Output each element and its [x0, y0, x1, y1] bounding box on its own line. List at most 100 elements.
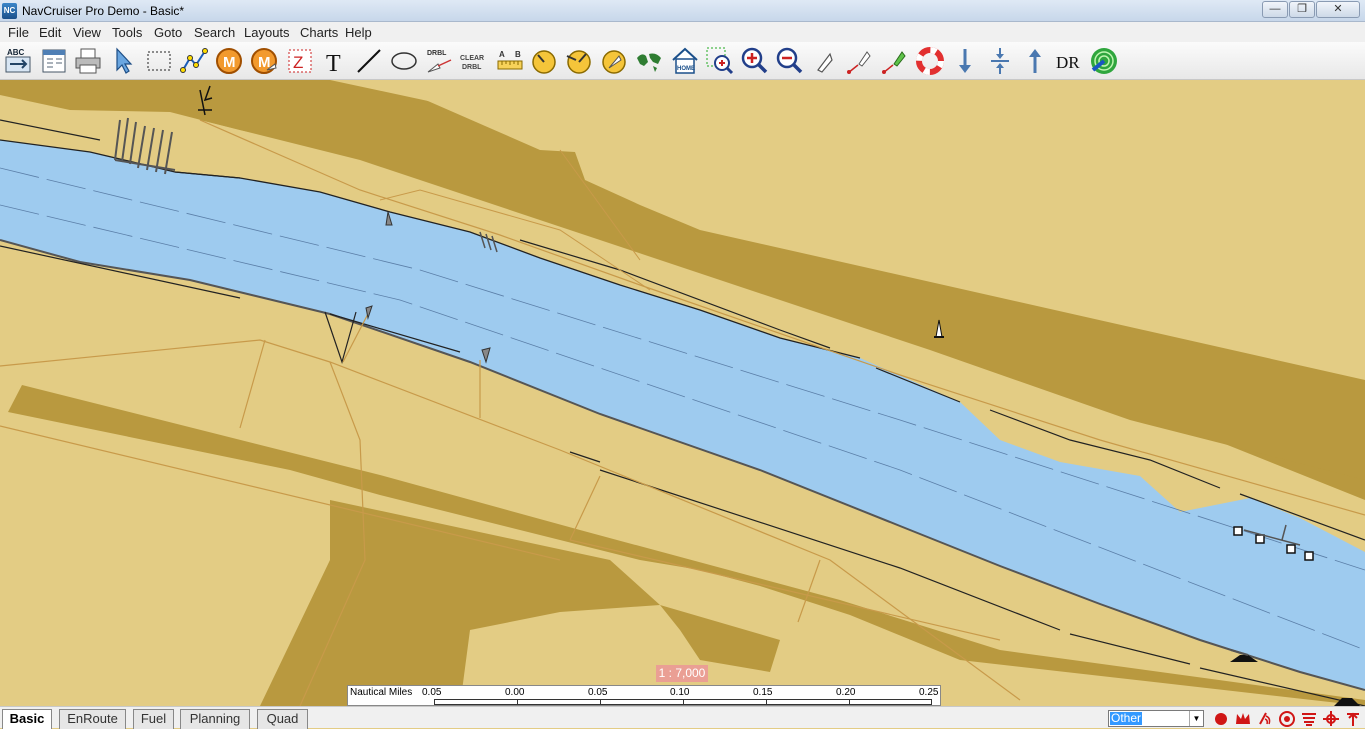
lifebuoy-icon [916, 47, 944, 75]
spell-check-button[interactable]: ABC [3, 45, 35, 77]
crosshair-icon[interactable] [1322, 710, 1340, 727]
close-button[interactable]: ✕ [1316, 1, 1360, 18]
scale-tick: 0.20 [836, 687, 856, 698]
printer-icon [75, 48, 101, 74]
menu-view[interactable]: View [73, 25, 101, 40]
record-icon[interactable] [1212, 710, 1230, 727]
marquee-icon [147, 51, 171, 71]
boat-icon [817, 52, 833, 73]
route-button[interactable] [178, 45, 210, 77]
layer-select[interactable]: Other ▼ [1108, 710, 1204, 727]
boat-track-button[interactable] [844, 45, 876, 77]
target-icon[interactable] [1278, 710, 1296, 727]
menu-search[interactable]: Search [194, 25, 235, 40]
layout-panel-button[interactable] [38, 45, 70, 77]
scale-bar: Nautical Miles 0.05 0.00 0.05 0.10 0.15 … [347, 685, 941, 706]
clear-drbl-button[interactable]: CLEAR DRBL [458, 45, 490, 77]
print-button[interactable] [72, 45, 104, 77]
tab-basic[interactable]: Basic [2, 709, 52, 729]
crown-icon[interactable] [1234, 710, 1252, 727]
toolbar: ABC M M Z T DRBL CLEAR DRBL AB HOME DR [0, 42, 1365, 80]
line-tool-button[interactable] [353, 45, 385, 77]
clear-drbl-label: DRBL [462, 64, 482, 71]
depth-icon[interactable] [1300, 710, 1318, 727]
dr-icon: DR [1056, 53, 1080, 72]
zoom-box-button[interactable]: Z [284, 45, 316, 77]
scale-tick: 0.25 [919, 687, 939, 698]
nautical-chart[interactable] [0, 80, 1365, 706]
line-icon [357, 49, 381, 73]
dead-reckoning-button[interactable]: DR [1053, 45, 1085, 77]
compress-icon [991, 48, 1009, 74]
home-icon: HOME [672, 47, 698, 74]
menu-goto[interactable]: Goto [154, 25, 182, 40]
center-button[interactable] [984, 45, 1016, 77]
text-icon: T [326, 51, 341, 76]
tab-quad[interactable]: Quad [257, 709, 308, 729]
b-label: B [515, 50, 521, 59]
zoom-in-button[interactable] [738, 45, 770, 77]
menu-edit[interactable]: Edit [39, 25, 61, 40]
mark-button[interactable]: M [213, 45, 245, 77]
north-down-button[interactable] [949, 45, 981, 77]
menu-layouts[interactable]: Layouts [244, 25, 290, 40]
zoom-out-icon [776, 47, 803, 74]
boat-heading-icon [882, 51, 906, 74]
maximize-button[interactable]: ❐ [1289, 1, 1315, 18]
drbl-button[interactable]: DRBL [423, 45, 455, 77]
home-label: HOME [677, 66, 695, 72]
dr-label: DR [1056, 53, 1080, 72]
ellipse-tool-button[interactable] [388, 45, 420, 77]
layer-select-value: Other [1110, 711, 1143, 725]
select-pointer-button[interactable] [107, 45, 139, 77]
world-map-button[interactable] [633, 45, 665, 77]
radar-button[interactable] [1088, 45, 1120, 77]
scale-tick: 0.05 [588, 687, 608, 698]
bearing-ring-button[interactable] [563, 45, 595, 77]
window-title: NavCruiser Pro Demo - Basic* [22, 4, 185, 18]
title-bar: NC NavCruiser Pro Demo - Basic* — ❐ ✕ [0, 0, 1365, 22]
menu-charts[interactable]: Charts [300, 25, 338, 40]
scale-tick: 0.15 [753, 687, 773, 698]
world-icon [637, 53, 661, 72]
text-tool-button[interactable]: T [319, 45, 351, 77]
signal-icon[interactable] [1256, 710, 1274, 727]
menu-help[interactable]: Help [345, 25, 372, 40]
panel-icon [42, 49, 66, 73]
mark-at-boat-button[interactable]: M [248, 45, 280, 77]
north-up-button[interactable] [1019, 45, 1051, 77]
clear-label: CLEAR [460, 55, 484, 62]
center-boat-button[interactable] [809, 45, 841, 77]
clear-drbl-icon: CLEAR DRBL [460, 55, 484, 71]
tab-fuel[interactable]: Fuel [133, 709, 174, 729]
zoom-out-button[interactable] [773, 45, 805, 77]
ellipse-icon [391, 52, 417, 70]
zoom-window-button[interactable] [704, 45, 736, 77]
measure-ab-button[interactable]: AB [494, 45, 526, 77]
scale-unit: Nautical Miles [350, 687, 413, 698]
menu-file[interactable]: File [8, 25, 29, 40]
home-button[interactable]: HOME [669, 45, 701, 77]
boat-heading-button[interactable] [879, 45, 911, 77]
zoom-window-icon [706, 47, 734, 75]
scale-tick: 0.05 [422, 687, 442, 698]
box-select-button[interactable] [143, 45, 175, 77]
menu-tools[interactable]: Tools [112, 25, 142, 40]
boat-track-icon [847, 51, 871, 74]
z-icon: Z [288, 49, 312, 73]
man-overboard-button[interactable] [914, 45, 946, 77]
chevron-down-icon[interactable]: ▼ [1189, 711, 1203, 726]
minimize-button[interactable]: — [1262, 1, 1288, 18]
text-tool-label: T [326, 51, 341, 76]
tab-enroute[interactable]: EnRoute [59, 709, 126, 729]
chart-canvas [0, 80, 1365, 706]
antenna-icon[interactable] [1344, 710, 1362, 727]
dial-icon [532, 50, 556, 74]
arrow-down-icon [959, 49, 971, 73]
a-label: A [499, 50, 505, 59]
abc-icon: ABC [5, 48, 31, 73]
range-ring-button[interactable] [528, 45, 560, 77]
boat-ring-button[interactable] [598, 45, 630, 77]
tab-planning[interactable]: Planning [180, 709, 250, 729]
arrow-up-icon [1029, 49, 1041, 73]
